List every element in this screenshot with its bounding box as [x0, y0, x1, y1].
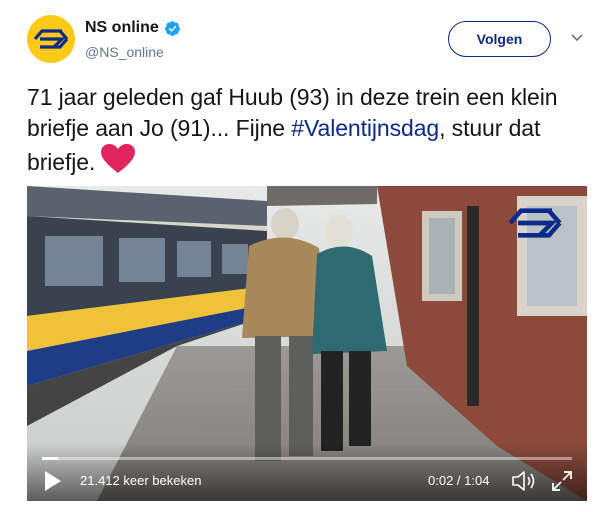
account-handle[interactable]: @NS_online [85, 44, 164, 60]
volume-icon[interactable] [511, 470, 537, 492]
heart-icon [101, 144, 136, 173]
follow-button[interactable]: Volgen [448, 21, 551, 57]
hashtag-link[interactable]: #Valentijnsdag [291, 115, 439, 141]
avatar[interactable] [27, 15, 75, 63]
progress-bar[interactable] [42, 457, 572, 460]
tweet-text: 71 jaar geleden gaf Huub (93) in deze tr… [27, 82, 587, 178]
chevron-down-icon[interactable] [570, 33, 584, 43]
view-count: 21.412 keer bekeken [80, 473, 202, 488]
progress-fill [42, 457, 58, 460]
verified-badge-icon [164, 20, 180, 36]
video-player[interactable]: 21.412 keer bekeken 0:02 / 1:04 [27, 186, 587, 501]
account-name[interactable]: NS online [85, 19, 159, 37]
play-icon[interactable] [44, 470, 62, 492]
ns-logo-icon [34, 29, 68, 49]
time-display: 0:02 / 1:04 [428, 473, 490, 488]
ns-watermark-icon [508, 208, 562, 238]
fullscreen-icon[interactable] [551, 470, 573, 492]
video-controls: 21.412 keer bekeken 0:02 / 1:04 [27, 443, 587, 501]
